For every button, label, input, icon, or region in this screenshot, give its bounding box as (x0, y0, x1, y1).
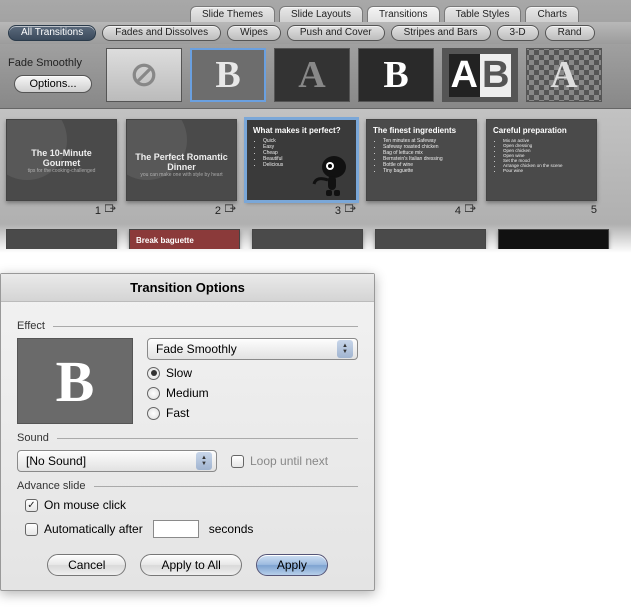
slide-number-3: 3 (335, 205, 341, 217)
seconds-field[interactable] (153, 520, 199, 538)
slide-thumbnail-6[interactable] (6, 229, 117, 249)
transition-thumb-fade-smoothly[interactable]: B (190, 48, 266, 102)
category-push-cover[interactable]: Push and Cover (287, 25, 385, 41)
formatting-palette: Slide Themes Slide Layouts Transitions T… (0, 0, 631, 109)
slide-3-title: What makes it perfect? (253, 126, 350, 135)
sound-popup[interactable]: [No Sound] ▲▼ (17, 450, 217, 472)
tab-transitions[interactable]: Transitions (367, 6, 440, 22)
on-mouse-label: On mouse click (44, 498, 126, 512)
slide-sorter: The 10-Minute Gourmet tips for the cooki… (0, 109, 631, 253)
transition-indicator-icon[interactable] (105, 204, 117, 217)
dialog-title: Transition Options (1, 274, 374, 302)
transition-indicator-icon[interactable] (465, 204, 477, 217)
apply-to-all-button[interactable]: Apply to All (140, 554, 241, 576)
slide-4-title: The finest ingredients (373, 126, 470, 135)
speed-fast-radio[interactable]: Fast (147, 406, 358, 420)
category-fades-dissolves[interactable]: Fades and Dissolves (102, 25, 221, 41)
slide-4-bullet: Tiny baguette (383, 168, 470, 174)
transition-gallery: Fade Smoothly Options... B A B AB A (0, 44, 631, 108)
effect-section-label: Effect (17, 320, 358, 332)
slide-thumbnail-1[interactable]: The 10-Minute Gourmet tips for the cooki… (6, 119, 117, 201)
speed-slow-label: Slow (166, 366, 192, 380)
palette-tab-row: Slide Themes Slide Layouts Transitions T… (0, 0, 631, 22)
radio-icon (147, 367, 160, 380)
transition-thumb-fade-black[interactable]: A (274, 48, 350, 102)
checkbox-icon (231, 455, 244, 468)
cartoon-character-icon (312, 154, 352, 198)
slide-thumbnail-2[interactable]: The Perfect Romantic Dinner you can make… (126, 119, 237, 201)
transition-options-dialog: Transition Options Effect B Fade Smoothl… (0, 273, 375, 591)
speed-fast-label: Fast (166, 406, 189, 420)
transition-thumb-cut[interactable]: B (358, 48, 434, 102)
transition-indicator-icon[interactable] (345, 204, 357, 217)
tab-slide-themes[interactable]: Slide Themes (190, 6, 275, 22)
split-icon: AB (449, 54, 512, 97)
slide-5-title: Careful preparation (493, 126, 590, 135)
category-3d[interactable]: 3-D (497, 25, 539, 41)
auto-after-label: Automatically after (44, 522, 143, 536)
slide-thumbnail-3[interactable]: What makes it perfect? Quick Easy Cheap … (246, 119, 357, 201)
updown-arrows-icon: ▲▼ (337, 340, 353, 358)
slide-thumbnail-10[interactable] (498, 229, 609, 249)
slide-row-partial: Break baguette (6, 229, 625, 249)
advance-section-label: Advance slide (17, 480, 358, 492)
transition-thumb-dissolve[interactable]: A (526, 48, 602, 102)
transition-indicator-icon[interactable] (225, 204, 237, 217)
speed-medium-label: Medium (166, 386, 209, 400)
seconds-label: seconds (209, 522, 254, 536)
speed-medium-radio[interactable]: Medium (147, 386, 358, 400)
updown-arrows-icon: ▲▼ (196, 452, 212, 470)
auto-after-checkbox[interactable]: Automatically after seconds (25, 520, 358, 538)
checkbox-icon (25, 523, 38, 536)
slide-number-1: 1 (95, 205, 101, 217)
category-random[interactable]: Rand (545, 25, 595, 41)
category-all-transitions[interactable]: All Transitions (8, 25, 96, 41)
effect-popup-value: Fade Smoothly (156, 342, 237, 356)
sound-popup-value: [No Sound] (26, 454, 86, 468)
slide-number-4: 4 (455, 205, 461, 217)
cancel-button[interactable]: Cancel (47, 554, 126, 576)
slide-5-bullet: Pour wine (503, 168, 590, 173)
checkbox-icon (25, 499, 38, 512)
slide-number-2: 2 (215, 205, 221, 217)
loop-until-next-checkbox[interactable]: Loop until next (231, 454, 328, 468)
slide-number-5: 5 (591, 204, 597, 216)
on-mouse-click-checkbox[interactable]: On mouse click (25, 498, 358, 512)
slide-thumbnail-8[interactable] (252, 229, 363, 249)
speed-slow-radio[interactable]: Slow (147, 366, 358, 380)
radio-icon (147, 407, 160, 420)
transition-thumb-split[interactable]: AB (442, 48, 518, 102)
category-stripes-bars[interactable]: Stripes and Bars (391, 25, 491, 41)
tab-table-styles[interactable]: Table Styles (444, 6, 522, 22)
category-wipes[interactable]: Wipes (227, 25, 281, 41)
effect-popup[interactable]: Fade Smoothly ▲▼ (147, 338, 358, 360)
slide-thumbnail-4[interactable]: The finest ingredients Ten minutes at Sa… (366, 119, 477, 201)
sound-section-label: Sound (17, 432, 358, 444)
no-transition-icon (131, 62, 157, 88)
loop-label: Loop until next (250, 454, 328, 468)
tab-slide-layouts[interactable]: Slide Layouts (279, 6, 363, 22)
slide-thumbnail-7[interactable]: Break baguette (129, 229, 240, 249)
tab-charts[interactable]: Charts (525, 6, 578, 22)
apply-button[interactable]: Apply (256, 554, 328, 576)
transition-preview: B (17, 338, 133, 424)
options-button[interactable]: Options... (14, 75, 91, 93)
slide-thumbnail-5[interactable]: Careful preparation Mix an active Open d… (486, 119, 597, 201)
transition-thumb-none[interactable] (106, 48, 182, 102)
current-transition-label: Fade Smoothly (8, 57, 98, 69)
slide-thumbnail-9[interactable] (375, 229, 486, 249)
transition-category-row: All Transitions Fades and Dissolves Wipe… (0, 22, 631, 44)
radio-icon (147, 387, 160, 400)
